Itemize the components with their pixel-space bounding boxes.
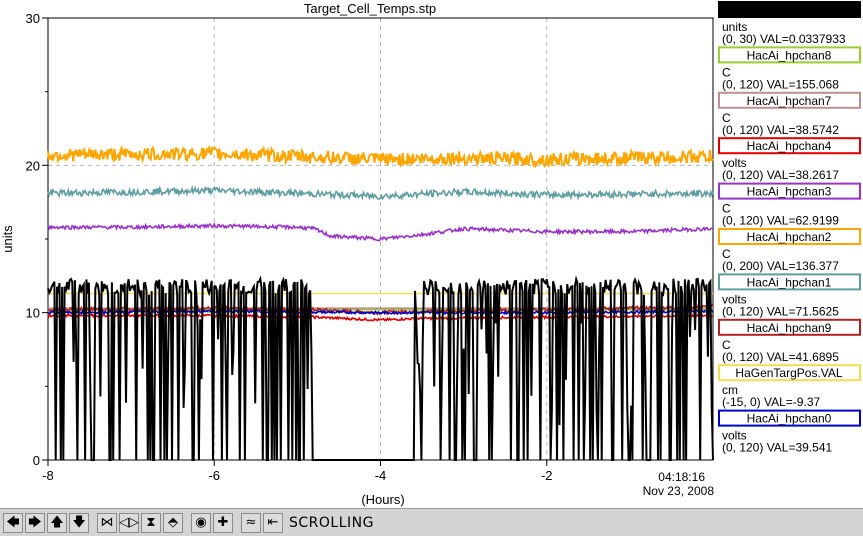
legend-entry-HaGenTargPos.VAL[interactable]: HaGenTargPos.VALcm(-15, 0) VAL=-9.37	[718, 364, 861, 409]
timestamp-time: 04:18:16	[658, 470, 705, 484]
series-line-hac_bcm_average	[47, 275, 714, 461]
zoom-in-horizontal-button[interactable]: ⋈	[97, 512, 117, 533]
strip-chart: Target_Cell_Temps.stp -8 -6 -4 -2 0 10 20 30 un…	[0, 1, 861, 507]
x-tick-label: -6	[208, 468, 220, 483]
legend-range-value: (-15, 0) VAL=-9.37	[722, 395, 820, 409]
y-tick-label: 10	[26, 306, 40, 321]
config-button[interactable]: ≈	[241, 512, 261, 533]
zoom-out-horizontal-button[interactable]: ◁▷	[119, 512, 139, 533]
legend-series-name: HacAi_hpchan8	[747, 48, 832, 62]
legend-series-name: HacAi_hpchan4	[747, 139, 832, 153]
pan-up-button[interactable]: 🡅	[47, 512, 67, 533]
legend-entry-HacAi_hpchan0[interactable]: HacAi_hpchan0volts(0, 120) VAL=39.541	[718, 409, 861, 455]
legend-range-value: (0, 120) VAL=38.5742	[722, 123, 839, 137]
x-tick-label: -2	[541, 468, 553, 483]
legend-series-name: hac_bcm_average	[740, 3, 839, 17]
x-tick-label: -8	[42, 468, 54, 483]
legend-entry-HacAi_hpchan3[interactable]: HacAi_hpchan3C(0, 120) VAL=62.9199	[718, 182, 861, 228]
y-tick-label: 20	[26, 158, 40, 173]
y-tick-label: 0	[33, 453, 40, 468]
legend-range-value: (0, 120) VAL=41.6895	[722, 350, 839, 364]
legend-range-value: (0, 120) VAL=62.9199	[722, 214, 839, 228]
legend: hac_bcm_averageunits(0, 30) VAL=0.033793…	[718, 1, 861, 455]
y-tick-label: 30	[26, 11, 40, 26]
legend-series-name: HacAi_hpchan0	[747, 412, 832, 426]
zoom-out-vertical-button[interactable]: ⬘	[163, 512, 183, 533]
x-tick-label: -4	[375, 468, 387, 483]
reset-button[interactable]: ✚	[213, 512, 233, 533]
legend-entry-HacAi_hpchan8[interactable]: HacAi_hpchan8C(0, 120) VAL=155.068	[718, 46, 861, 91]
legend-range-value: (0, 120) VAL=38.2617	[722, 168, 839, 182]
status-text: SCROLLING	[289, 514, 374, 531]
toolbar: 🡄 🡆 🡅 🡇 ⋈ ◁▷ ⧗ ⬘ ◉ ✚ ≈ ⇤ SCROLLING	[0, 508, 863, 536]
legend-range-value: (0, 200) VAL=136.377	[722, 259, 839, 273]
pan-right-button[interactable]: 🡆	[25, 512, 45, 533]
legend-entry-HacAi_hpchan1[interactable]: HacAi_hpchan1volts(0, 120) VAL=71.5625	[718, 273, 861, 318]
scroll-button[interactable]: ⇤	[263, 512, 283, 533]
y-axis-label: units	[0, 225, 15, 253]
auto-scale-button[interactable]: ◉	[191, 512, 211, 533]
legend-series-name: HacAi_hpchan7	[747, 94, 832, 108]
legend-range-value: (0, 120) VAL=71.5625	[722, 304, 839, 318]
legend-range-value: (0, 120) VAL=39.541	[722, 441, 833, 455]
legend-series-name: HacAi_hpchan9	[747, 321, 832, 335]
pan-down-button[interactable]: 🡇	[69, 512, 89, 533]
legend-entry-HacAi_hpchan4[interactable]: HacAi_hpchan4volts(0, 120) VAL=38.2617	[718, 137, 861, 182]
zoom-in-vertical-button[interactable]: ⧗	[141, 512, 161, 533]
legend-entry-hac_bcm_average[interactable]: hac_bcm_averageunits(0, 30) VAL=0.033793…	[718, 1, 861, 46]
legend-series-name: HacAi_hpchan2	[747, 230, 832, 244]
legend-entry-HacAi_hpchan2[interactable]: HacAi_hpchan2C(0, 200) VAL=136.377	[718, 228, 861, 273]
legend-range-value: (0, 120) VAL=155.068	[722, 77, 839, 91]
legend-range-value: (0, 30) VAL=0.0337933	[722, 32, 846, 46]
series-line-HacAi_hpchan0	[47, 308, 714, 316]
chart-title: Target_Cell_Temps.stp	[304, 1, 436, 16]
legend-entry-HacAi_hpchan7[interactable]: HacAi_hpchan7C(0, 120) VAL=38.5742	[718, 91, 861, 137]
legend-series-name: HacAi_hpchan1	[747, 275, 832, 289]
legend-series-name: HacAi_hpchan3	[747, 185, 832, 199]
x-axis-label: (Hours)	[361, 492, 404, 507]
legend-entry-HacAi_hpchan9[interactable]: HacAi_hpchan9C(0, 120) VAL=41.6895	[718, 318, 861, 364]
pan-left-button[interactable]: 🡄	[3, 512, 23, 533]
legend-series-name: HaGenTargPos.VAL	[735, 366, 842, 380]
timestamp-date: Nov 23, 2008	[643, 484, 715, 498]
